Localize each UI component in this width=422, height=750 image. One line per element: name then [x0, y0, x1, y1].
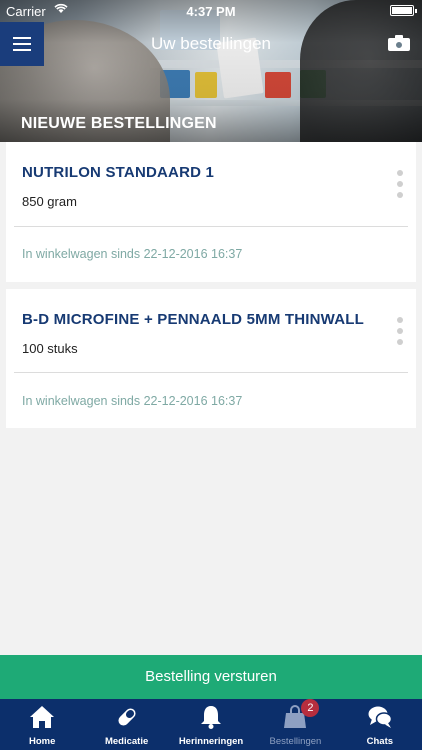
tab-label: Herinneringen	[178, 736, 244, 747]
tab-label: Home	[29, 736, 56, 747]
camera-icon[interactable]	[388, 35, 410, 51]
section-title: NIEUWE BESTELLINGEN	[21, 115, 217, 132]
order-status: In winkelwagen sinds 22-12-2016 16:37	[22, 247, 243, 261]
order-card[interactable]: B-D MICROFINE + PENNAALD 5MM THINWALL 10…	[6, 289, 416, 428]
bell-icon	[198, 704, 224, 730]
tab-label: Medicatie	[104, 736, 149, 747]
divider	[14, 226, 408, 227]
tab-herinneringen[interactable]: Herinneringen	[169, 699, 253, 750]
order-count-badge: 2	[301, 699, 320, 717]
home-icon	[29, 704, 55, 730]
tab-medicatie[interactable]: Medicatie	[84, 699, 168, 750]
divider	[14, 372, 408, 373]
order-card[interactable]: NUTRILON STANDAARD 1 850 gram In winkelw…	[6, 142, 416, 282]
order-name: NUTRILON STANDAARD 1	[22, 164, 215, 181]
status-time: 4:37 PM	[186, 4, 236, 19]
tab-bar: Home Medicatie Herinneringen 2 Bestellin…	[0, 699, 422, 750]
order-status: In winkelwagen sinds 22-12-2016 16:37	[22, 394, 243, 408]
chat-bubbles-icon	[367, 704, 393, 730]
order-quantity: 100 stuks	[22, 341, 78, 356]
page-title: Uw bestellingen	[150, 34, 271, 53]
order-quantity: 850 gram	[22, 194, 77, 209]
order-name: B-D MICROFINE + PENNAALD 5MM THINWALL	[22, 311, 364, 328]
tab-chats[interactable]: Chats	[338, 699, 422, 750]
tab-home[interactable]: Home	[0, 699, 84, 750]
submit-order-button[interactable]: Bestelling versturen	[0, 655, 422, 699]
more-options-icon[interactable]	[396, 170, 404, 198]
battery-icon	[390, 5, 417, 16]
tab-label: Bestellingen	[269, 736, 322, 747]
tab-label: Chats	[366, 736, 394, 747]
more-options-icon[interactable]	[396, 317, 404, 345]
tab-bestellingen[interactable]: 2 Bestellingen	[253, 699, 337, 750]
status-bar: Carrier 4:37 PM	[0, 0, 422, 22]
pill-icon	[114, 704, 140, 730]
